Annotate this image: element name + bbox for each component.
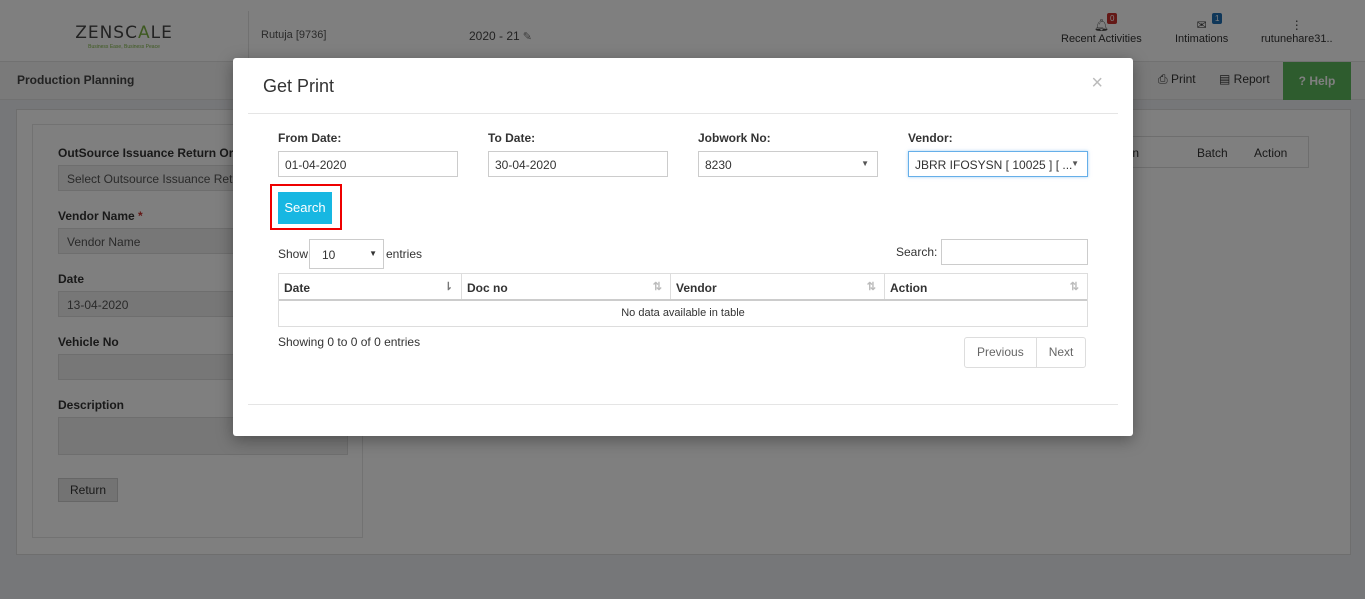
empty-table-message: No data available in table: [621, 307, 745, 319]
column-vendor[interactable]: Vendor ⇅: [671, 274, 885, 299]
modal-title: Get Print: [263, 76, 335, 96]
modal-footer-divider: [248, 404, 1118, 405]
get-print-modal: Get Print × From Date: 01-04-2020 To Dat…: [233, 58, 1133, 436]
print-table: Date ⇂ Doc no ⇅ Vendor ⇅ Action ⇅ No data av…: [278, 273, 1088, 327]
to-date-label: To Date:: [488, 131, 536, 145]
table-search-label: Search:: [896, 245, 938, 259]
entries-length-select[interactable]: 10 ▼: [309, 239, 384, 269]
column-doc-no[interactable]: Doc no ⇅: [462, 274, 671, 299]
chevron-down-icon: ▼: [369, 249, 377, 258]
column-action[interactable]: Action ⇅: [885, 274, 1087, 299]
table-info: Showing 0 to 0 of 0 entries: [278, 335, 421, 349]
chevron-down-icon: ▼: [861, 159, 869, 168]
modal-header: Get Print ×: [248, 58, 1118, 114]
vendor-label: Vendor:: [908, 131, 953, 145]
pagination: Previous Next: [964, 337, 1087, 368]
entries-label: entries: [386, 247, 423, 261]
table-header: Date ⇂ Doc no ⇅ Vendor ⇅ Action ⇅: [279, 274, 1087, 301]
chevron-down-icon: ▼: [1071, 159, 1079, 168]
jobwork-no-select[interactable]: 8230 ▼: [698, 151, 878, 177]
jobwork-no-label: Jobwork No:: [698, 131, 771, 145]
show-label: Show: [278, 247, 309, 261]
to-date-input[interactable]: 30-04-2020: [488, 151, 668, 177]
close-icon[interactable]: ×: [1091, 72, 1103, 94]
from-date-label: From Date:: [278, 131, 342, 145]
from-date-input[interactable]: 01-04-2020: [278, 151, 458, 177]
vendor-select[interactable]: JBRR IFOSYSN [ 10025 ] [ ... ▼: [908, 151, 1088, 177]
table-search-input[interactable]: [941, 239, 1088, 265]
sort-icon: ⇅: [866, 281, 876, 293]
previous-button[interactable]: Previous: [965, 338, 1037, 367]
next-button[interactable]: Next: [1037, 338, 1086, 367]
sort-icon: ⇅: [1069, 281, 1079, 293]
sort-asc-icon: ⇂: [443, 281, 453, 293]
sort-icon: ⇅: [652, 281, 662, 293]
column-date[interactable]: Date ⇂: [279, 274, 462, 299]
search-button[interactable]: Search: [278, 192, 332, 224]
